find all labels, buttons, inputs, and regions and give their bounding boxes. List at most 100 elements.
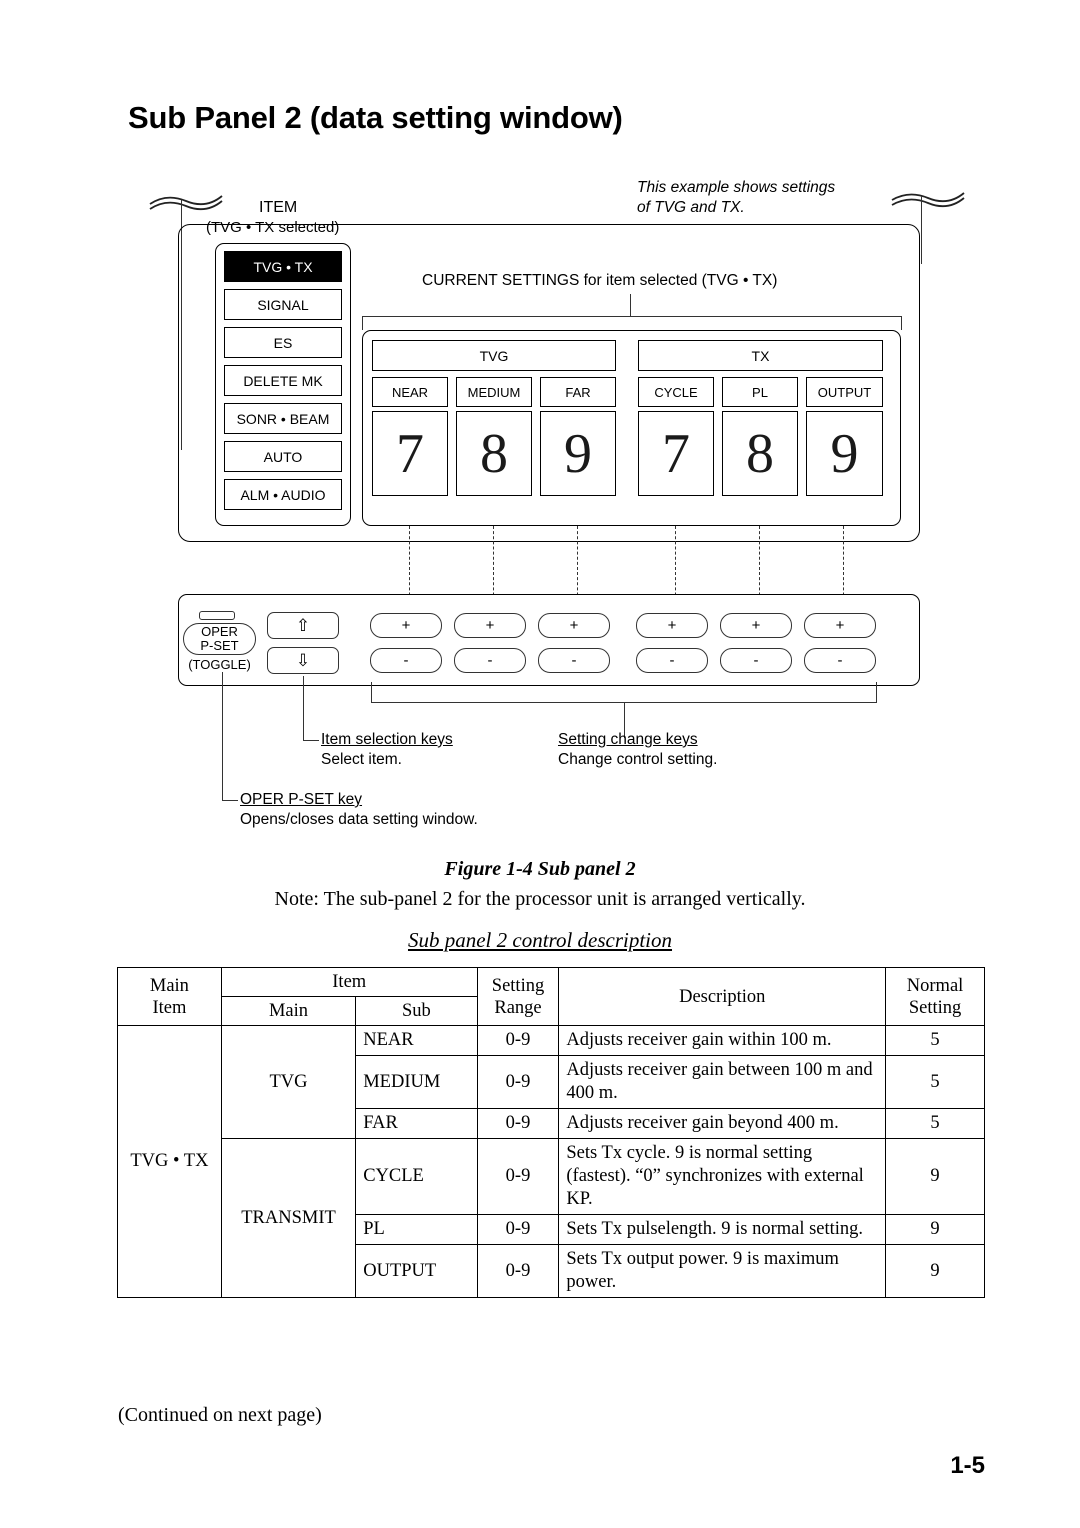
example-note-line2: of TVG and TX. <box>637 199 745 216</box>
cell-main-item-tvg-tx: TVG • TX <box>117 1025 222 1298</box>
break-mark-right-icon <box>891 192 965 208</box>
item-key-sonr-beam[interactable]: SONR • BEAM <box>224 403 342 434</box>
plus-key-cycle[interactable]: + <box>636 613 708 638</box>
minus-key-far[interactable]: - <box>538 648 610 673</box>
group-header-tx: TX <box>638 340 883 371</box>
break-mark-left-icon <box>149 195 223 211</box>
header-normal-l1: Normal <box>906 975 964 996</box>
cell-normal-medium: 5 <box>885 1055 985 1109</box>
item-key-tvg-tx[interactable]: TVG • TX <box>224 251 342 282</box>
cell-desc-output: Sets Tx output power. 9 is maximum power… <box>558 1244 887 1298</box>
oper-pset-line2: P-SET <box>200 638 239 653</box>
item-selection-leader-v <box>303 676 304 740</box>
minus-key-output[interactable]: - <box>804 648 876 673</box>
minus-key-medium[interactable]: - <box>454 648 526 673</box>
minus-key-near[interactable]: - <box>370 648 442 673</box>
cell-desc-far: Adjusts receiver gain beyond 400 m. <box>558 1108 887 1139</box>
item-key-auto[interactable]: AUTO <box>224 441 342 472</box>
item-selection-leader-h <box>303 740 319 741</box>
cell-group-tvg: TVG <box>220 1025 357 1139</box>
minus-key-cycle[interactable]: - <box>636 648 708 673</box>
header-main-item-l1: Main <box>149 975 189 996</box>
current-settings-display: TVG TX NEAR MEDIUM FAR CYCLE PL OUTPUT 7… <box>362 330 901 526</box>
cell-desc-cycle: Sets Tx cycle. 9 is normal setting (fast… <box>558 1138 887 1215</box>
table-row: TVG • TX TVG NEAR 0-9 Adjusts receiver g… <box>117 1025 985 1298</box>
callout-setting-change-desc: Change control setting. <box>558 751 718 768</box>
header-normal-l2: Setting <box>908 997 962 1018</box>
cell-range-pl: 0-9 <box>476 1214 560 1245</box>
item-key-list: TVG • TX SIGNAL ES DELETE MK SONR • BEAM… <box>215 243 351 526</box>
oper-pset-leader-v <box>222 672 223 800</box>
callout-oper-pset: OPER P-SET key Opens/closes data setting… <box>240 791 478 829</box>
table-caption-text: Sub panel 2 control description <box>407 928 673 952</box>
cell-normal-cycle: 9 <box>885 1138 985 1215</box>
header-setting-range: Setting Range <box>476 967 560 1026</box>
document-page: Sub Panel 2 (data setting window) This e… <box>0 0 1080 1528</box>
header-description: Description <box>558 967 887 1026</box>
plus-key-pl[interactable]: + <box>720 613 792 638</box>
cell-normal-pl: 9 <box>885 1214 985 1245</box>
plus-key-near[interactable]: + <box>370 613 442 638</box>
cell-sub-far: FAR <box>355 1108 478 1139</box>
oper-pset-line1: OPER <box>201 624 238 639</box>
cell-range-medium: 0-9 <box>476 1055 560 1109</box>
header-item-main: Main <box>220 996 357 1026</box>
minus-key-pl[interactable]: - <box>720 648 792 673</box>
header-main-item-l2: Item <box>152 997 187 1018</box>
callout-setting-change-title: Setting change keys <box>558 731 698 748</box>
cell-sub-pl: PL <box>355 1214 478 1245</box>
oper-pset-toggle-label: (TOGGLE) <box>188 657 251 672</box>
oper-pset-led-icon <box>199 611 235 620</box>
header-main-item: Main Item <box>117 967 222 1026</box>
table-caption: Sub panel 2 control description <box>0 928 1080 953</box>
header-item-sub: Sub <box>355 996 478 1026</box>
plus-key-far[interactable]: + <box>538 613 610 638</box>
callout-item-selection-desc: Select item. <box>321 751 402 768</box>
header-setting-l1: Setting <box>491 975 545 996</box>
item-select-down-key[interactable]: ⇩ <box>267 647 339 674</box>
header-item: Item <box>220 967 478 997</box>
callout-item-selection-title: Item selection keys <box>321 731 453 748</box>
header-setting-l2: Range <box>494 997 542 1018</box>
cell-normal-output: 9 <box>885 1244 985 1298</box>
cell-sub-cycle: CYCLE <box>355 1138 478 1215</box>
continued-note: (Continued on next page) <box>118 1404 322 1426</box>
example-note-line1: This example shows settings <box>637 179 836 196</box>
setting-label-far: FAR <box>540 377 616 407</box>
item-key-delete-mk[interactable]: DELETE MK <box>224 365 342 396</box>
item-key-signal[interactable]: SIGNAL <box>224 289 342 320</box>
change-keys-bracket-left <box>371 682 372 702</box>
cell-normal-far: 5 <box>885 1108 985 1139</box>
plus-key-medium[interactable]: + <box>454 613 526 638</box>
cell-desc-near: Adjusts receiver gain within 100 m. <box>558 1025 887 1056</box>
cell-range-cycle: 0-9 <box>476 1138 560 1215</box>
item-select-up-key[interactable]: ⇧ <box>267 612 339 639</box>
item-key-es[interactable]: ES <box>224 327 342 358</box>
break-leader-right <box>921 196 922 264</box>
callout-item-selection: Item selection keys Select item. <box>321 731 453 769</box>
setting-value-output: 9 <box>806 411 883 496</box>
figure-sub-panel-2: This example shows settings of TVG and T… <box>0 0 1080 850</box>
page-number: 1-5 <box>950 1452 985 1479</box>
table-header-row-1: Main Item Item Setting Range Description… <box>117 967 985 1026</box>
table-row: TRANSMIT CYCLE 0-9 Sets Tx cycle. 9 is n… <box>118 1138 985 1298</box>
callout-oper-pset-desc: Opens/closes data setting window. <box>240 811 478 828</box>
cell-group-transmit: TRANSMIT <box>220 1138 357 1298</box>
item-key-alm-audio[interactable]: ALM • AUDIO <box>224 479 342 510</box>
table-body: TVG • TX TVG NEAR 0-9 Adjusts receiver g… <box>117 1025 985 1298</box>
oper-pset-key[interactable]: OPER P-SET <box>183 623 256 655</box>
table-head: Main Item Item Setting Range Description… <box>117 967 985 1026</box>
cell-desc-pl: Sets Tx pulselength. 9 is normal setting… <box>558 1214 887 1245</box>
plus-key-output[interactable]: + <box>804 613 876 638</box>
setting-label-near: NEAR <box>372 377 448 407</box>
cell-range-output: 0-9 <box>476 1244 560 1298</box>
callout-setting-change: Setting change keys Change control setti… <box>558 731 717 769</box>
setting-label-medium: MEDIUM <box>456 377 532 407</box>
cell-desc-medium: Adjusts receiver gain between 100 m and … <box>558 1055 887 1109</box>
figure-note: Note: The sub-panel 2 for the processor … <box>274 888 806 910</box>
cell-normal-near: 5 <box>885 1025 985 1056</box>
group-header-tvg: TVG <box>372 340 616 371</box>
oper-pset-leader-h <box>222 800 238 801</box>
figure-caption: Figure 1-4 Sub panel 2 <box>444 858 636 880</box>
setting-label-output: OUTPUT <box>806 377 883 407</box>
